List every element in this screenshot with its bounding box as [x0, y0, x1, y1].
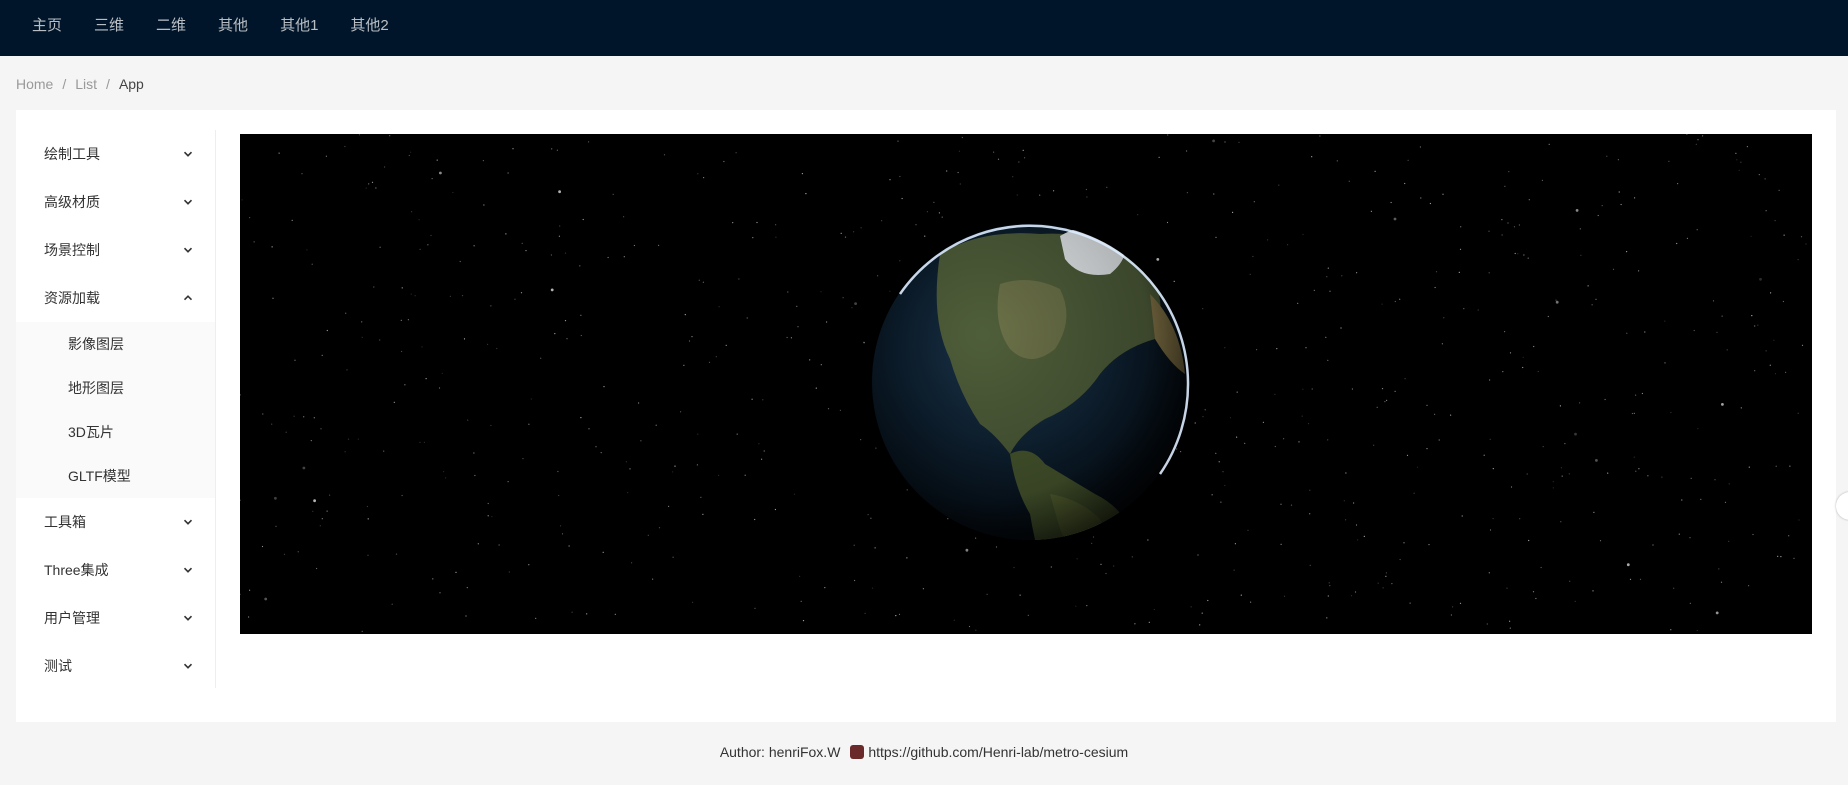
sidebar-item-label: 用户管理: [44, 610, 100, 626]
nav-item-other1[interactable]: 其他1: [280, 14, 318, 35]
content-panel: 绘制工具 高级材质 场景控制 资源加载 影像图层 地形图层 3D瓦片 GLTF模…: [16, 110, 1836, 722]
footer: Author: henriFox.W https://github.com/He…: [0, 744, 1848, 760]
chevron-down-icon: [183, 615, 193, 621]
chevron-down-icon: [183, 567, 193, 573]
earth-globe[interactable]: [240, 134, 1812, 634]
sidebar-item-resource-loading[interactable]: 资源加载: [16, 274, 215, 322]
top-navbar: 主页 三维 二维 其他 其他1 其他2: [0, 0, 1848, 56]
chevron-down-icon: [183, 247, 193, 253]
chevron-down-icon: [183, 663, 193, 669]
submenu-item-imagery-layer[interactable]: 影像图层: [16, 322, 215, 366]
cesium-globe-viewer[interactable]: [240, 134, 1812, 634]
sidebar-item-label: Three集成: [44, 562, 109, 578]
sidebar-item-label: 测试: [44, 658, 72, 674]
sidebar-item-three[interactable]: Three集成: [16, 546, 215, 594]
breadcrumb-separator: /: [62, 76, 67, 92]
submenu-resource-loading: 影像图层 地形图层 3D瓦片 GLTF模型: [16, 322, 215, 498]
sidebar-item-label: 绘制工具: [44, 146, 100, 162]
footer-repo-link[interactable]: https://github.com/Henri-lab/metro-cesiu…: [868, 744, 1128, 760]
breadcrumb-list[interactable]: List: [75, 76, 97, 92]
sidebar-menu: 绘制工具 高级材质 场景控制 资源加载 影像图层 地形图层 3D瓦片 GLTF模…: [16, 130, 216, 688]
sidebar-item-scene-control[interactable]: 场景控制: [16, 226, 215, 274]
github-icon: [850, 745, 865, 759]
chevron-down-icon: [183, 151, 193, 157]
nav-item-2d[interactable]: 二维: [156, 14, 186, 35]
nav-item-home[interactable]: 主页: [32, 14, 62, 35]
sidebar-item-draw-tools[interactable]: 绘制工具: [16, 130, 215, 178]
sidebar-item-label: 高级材质: [44, 194, 100, 210]
chevron-down-icon: [183, 519, 193, 525]
nav-item-3d[interactable]: 三维: [94, 14, 124, 35]
sidebar-item-user-management[interactable]: 用户管理: [16, 594, 215, 642]
sidebar-item-materials[interactable]: 高级材质: [16, 178, 215, 226]
nav-item-other[interactable]: 其他: [218, 14, 248, 35]
sidebar-item-label: 工具箱: [44, 514, 86, 530]
breadcrumb-separator: /: [106, 76, 110, 92]
sidebar-item-toolbox[interactable]: 工具箱: [16, 498, 215, 546]
nav-item-other2[interactable]: 其他2: [350, 14, 388, 35]
sidebar-item-label: 场景控制: [44, 242, 100, 258]
top-nav-menu: 主页 三维 二维 其他 其他1 其他2: [0, 0, 1848, 48]
breadcrumb-current: App: [118, 76, 144, 92]
side-drawer-handle[interactable]: [1836, 492, 1848, 520]
submenu-item-3d-tiles[interactable]: 3D瓦片: [16, 410, 215, 454]
footer-author: Author: henriFox.W: [719, 744, 841, 760]
breadcrumb-home[interactable]: Home: [16, 76, 53, 92]
sidebar-item-label: 资源加载: [44, 290, 100, 306]
breadcrumb: Home / List / App: [16, 74, 144, 94]
chevron-up-icon: [183, 295, 193, 301]
chevron-down-icon: [183, 199, 193, 205]
submenu-item-terrain-layer[interactable]: 地形图层: [16, 366, 215, 410]
submenu-item-gltf-model[interactable]: GLTF模型: [16, 454, 215, 498]
sidebar-item-test[interactable]: 测试: [16, 642, 215, 690]
